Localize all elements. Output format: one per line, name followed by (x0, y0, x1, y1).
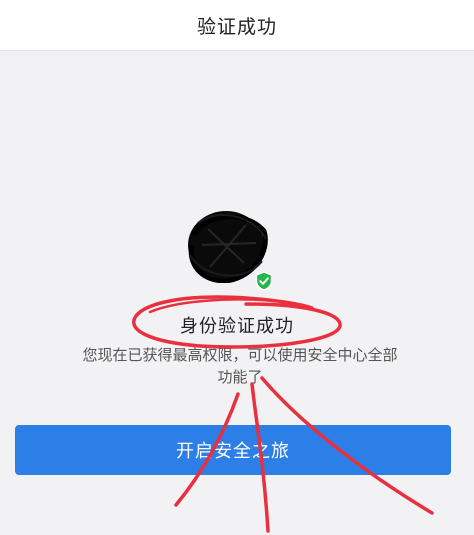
avatar (186, 205, 274, 293)
status-title: 身份验证成功 (180, 316, 294, 337)
navigation-bar: 验证成功 (0, 0, 474, 51)
start-security-journey-button[interactable]: 开启安全之旅 (15, 425, 451, 475)
screen: 验证成功 身份验证成功 您现在已获得最高权限，可以使用安全中心全部功能了 开启安… (0, 0, 474, 535)
page-title: 验证成功 (196, 15, 277, 38)
check-shield-icon (255, 271, 273, 291)
annotation-ellipse-stroke-inner (148, 298, 288, 314)
status-description: 您现在已获得最高权限，可以使用安全中心全部功能了 (82, 346, 398, 386)
